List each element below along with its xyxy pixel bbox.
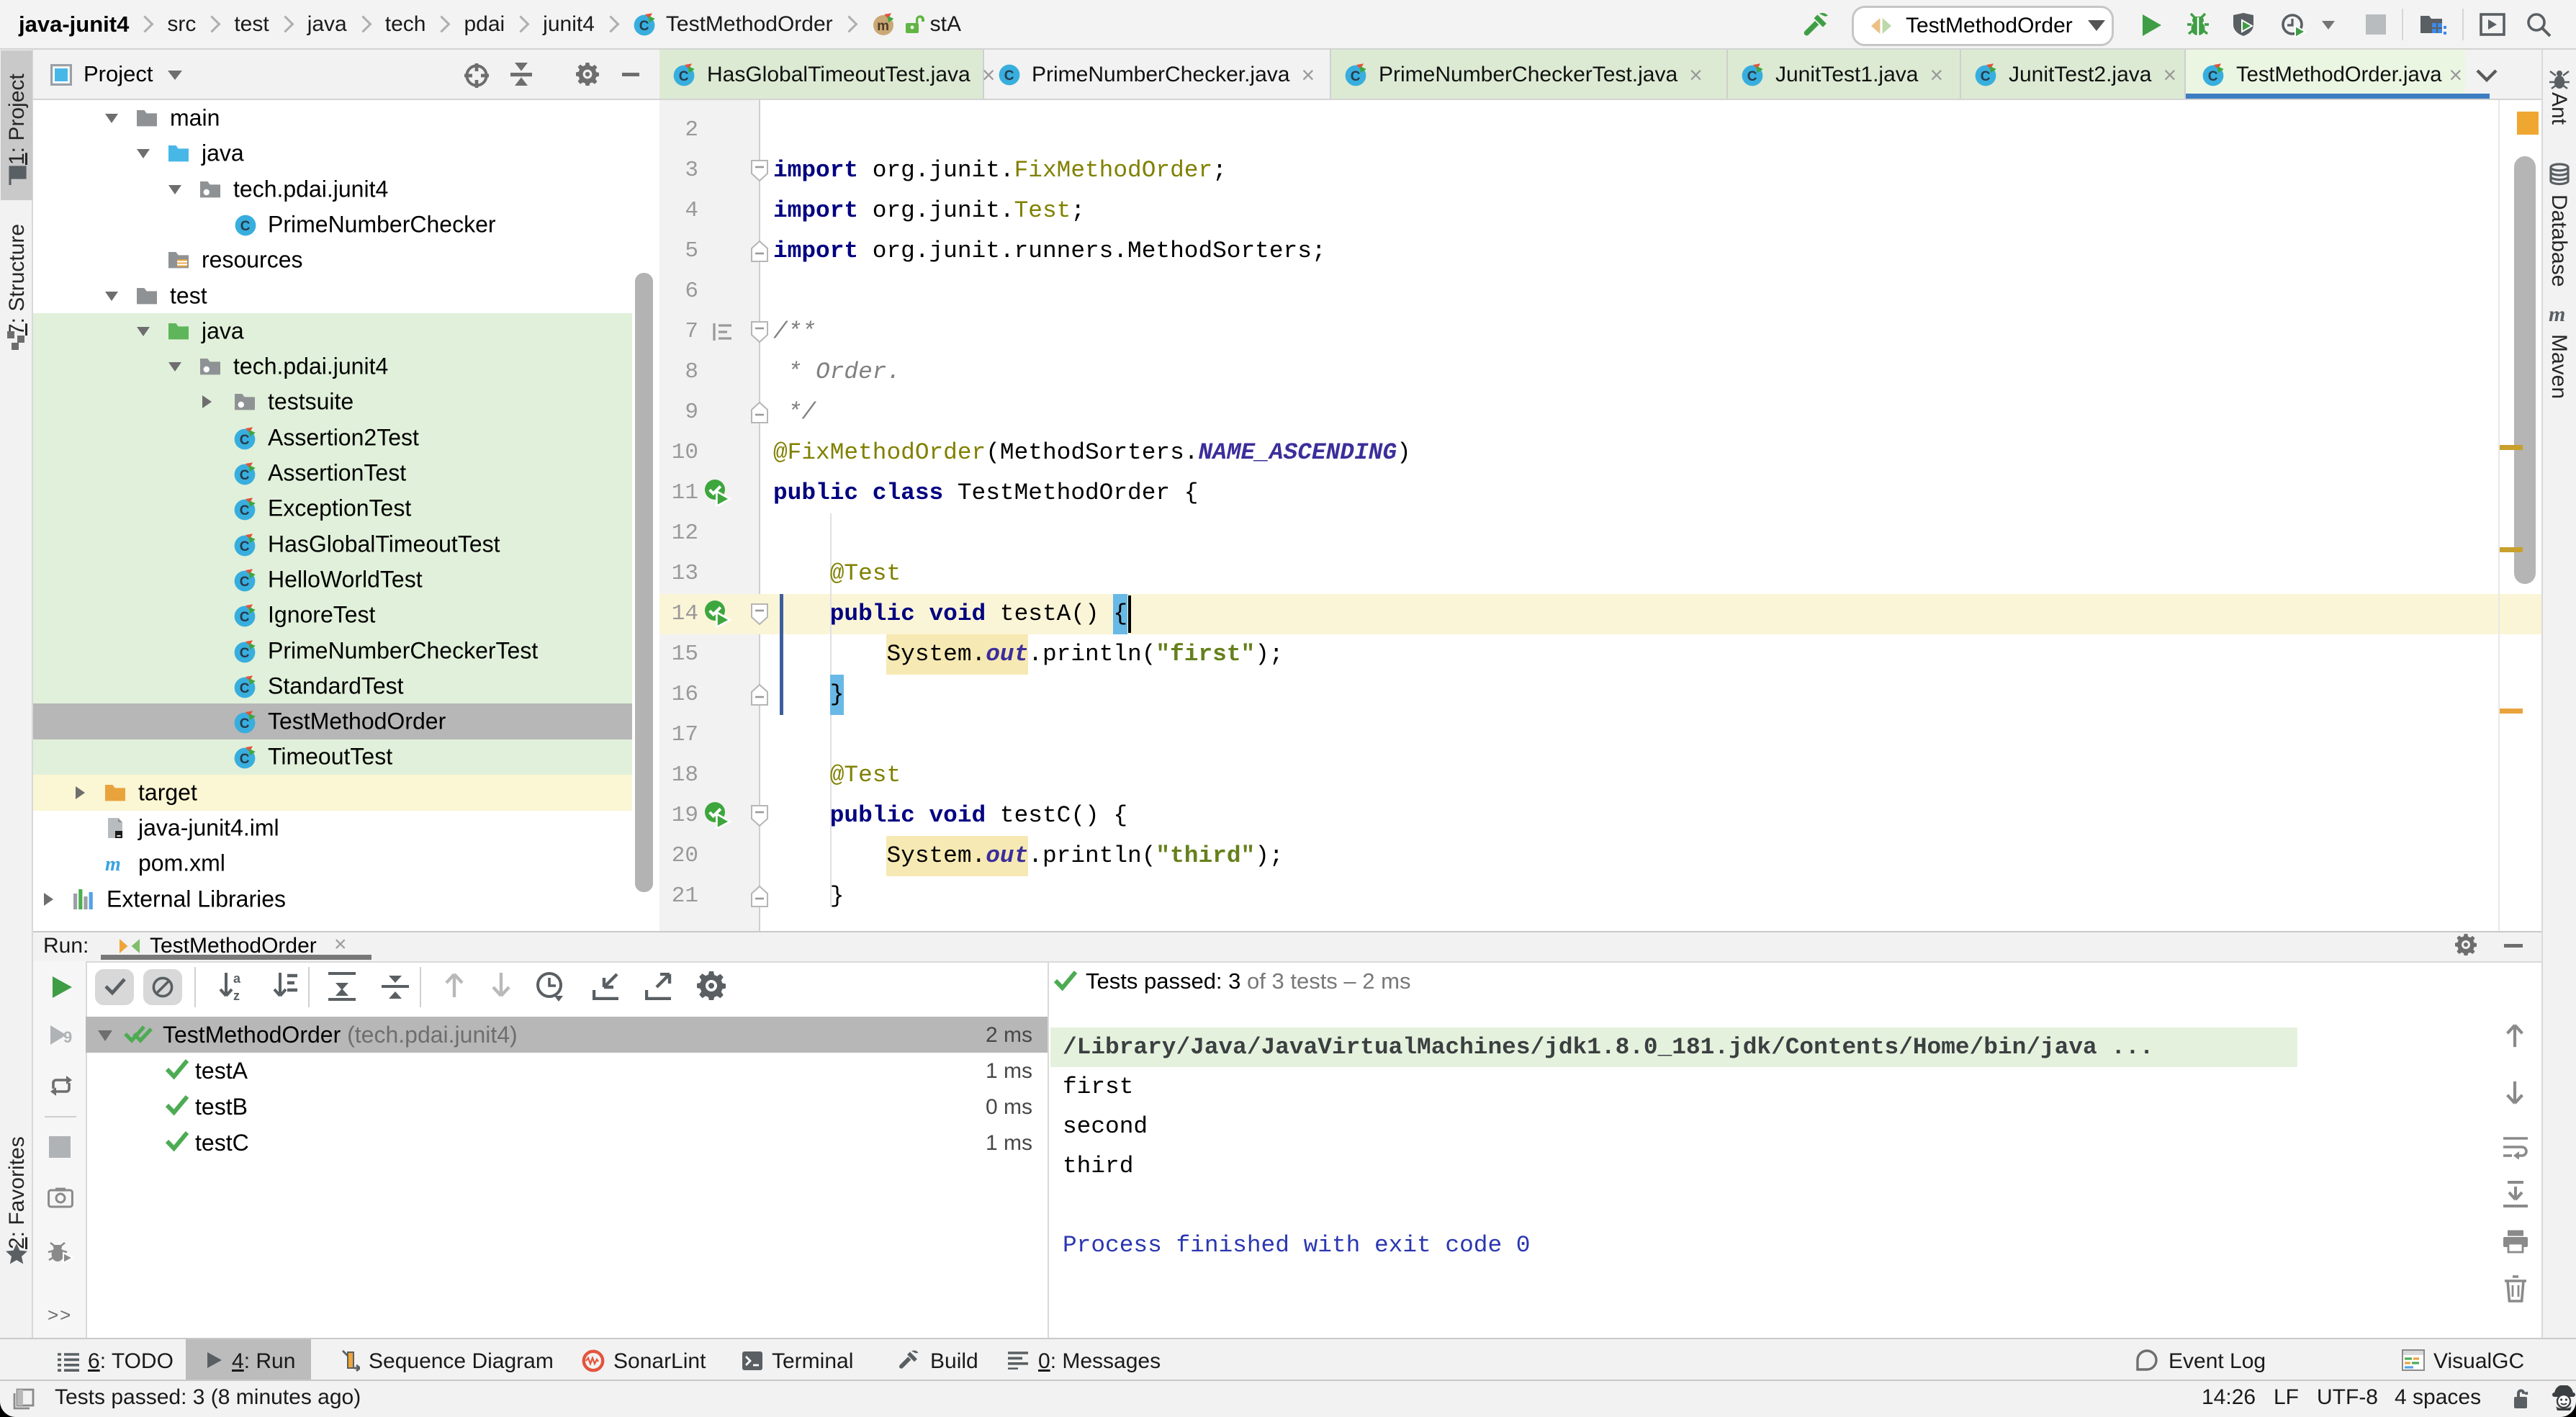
svg-text:C: C bbox=[2208, 69, 2218, 84]
svg-text:C: C bbox=[240, 716, 250, 732]
svg-text:C: C bbox=[240, 468, 250, 483]
svg-text:C: C bbox=[639, 19, 649, 34]
svg-text:m: m bbox=[877, 18, 889, 33]
svg-text:C: C bbox=[1981, 69, 1991, 84]
svg-text:C: C bbox=[240, 646, 250, 661]
svg-text:z: z bbox=[233, 989, 240, 1003]
svg-text:m: m bbox=[2549, 302, 2565, 325]
svg-text:C: C bbox=[240, 752, 250, 768]
svg-text:C: C bbox=[240, 503, 250, 518]
svg-text:C: C bbox=[1004, 68, 1014, 84]
svg-text:C: C bbox=[240, 575, 250, 590]
svg-text:C: C bbox=[679, 69, 689, 84]
svg-text:m: m bbox=[105, 853, 121, 875]
svg-text:C: C bbox=[1351, 69, 1361, 84]
svg-text:C: C bbox=[240, 433, 250, 448]
svg-text:a: a bbox=[233, 971, 241, 986]
svg-text:9: 9 bbox=[63, 1028, 72, 1046]
svg-text:C: C bbox=[240, 681, 250, 696]
svg-text:C: C bbox=[240, 610, 250, 625]
svg-text:C: C bbox=[1747, 69, 1757, 84]
svg-text:C: C bbox=[240, 219, 251, 234]
svg-text:C: C bbox=[240, 539, 250, 554]
